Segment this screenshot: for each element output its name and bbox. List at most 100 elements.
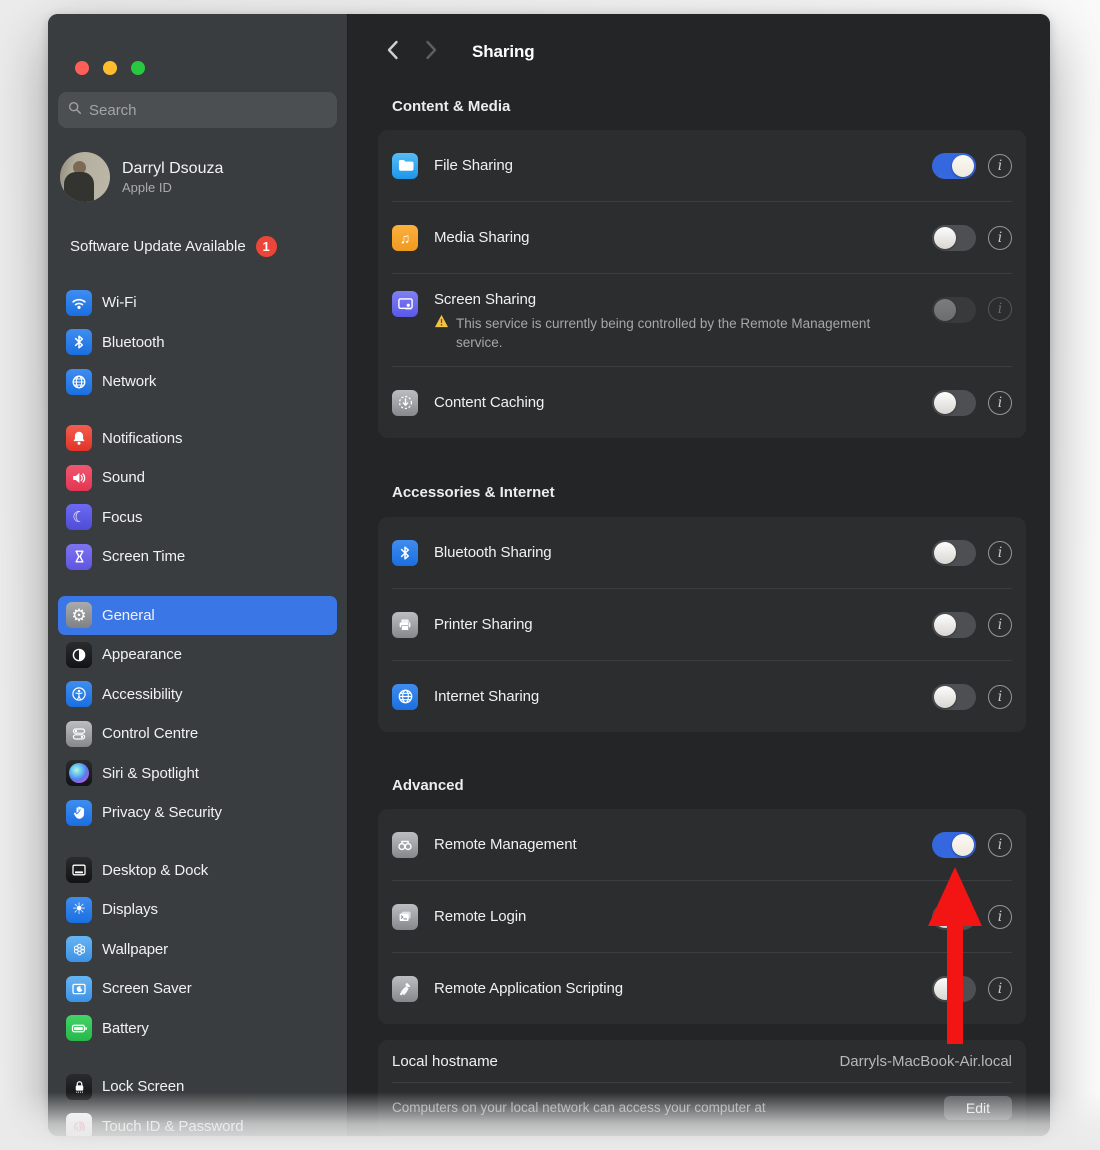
sidebar-item-general[interactable]: ⚙ General (58, 596, 337, 636)
sidebar-item-control-centre[interactable]: Control Centre (58, 714, 337, 754)
sidebar-item-siri-spotlight[interactable]: Siri & Spotlight (58, 754, 337, 794)
sidebar-item-displays[interactable]: ☀ Displays (58, 890, 337, 930)
row-hostname-description: Computers on your local network can acce… (392, 1082, 1012, 1136)
software-update-item[interactable]: Software Update Available 1 (58, 234, 337, 258)
row-local-hostname: Local hostname Darryls-MacBook-Air.local (392, 1040, 1012, 1082)
sidebar-item-appearance[interactable]: Appearance (58, 635, 337, 675)
sidebar-group-security: Lock Screen Touch ID & Password (58, 1067, 337, 1136)
sidebar-item-touch-id[interactable]: Touch ID & Password (58, 1107, 337, 1137)
content-caching-toggle[interactable] (932, 390, 976, 416)
script-icon (392, 976, 418, 1002)
row-content-caching: Content Caching i (392, 366, 1012, 438)
lock-icon (66, 1074, 92, 1100)
siri-icon (66, 760, 92, 786)
info-icon[interactable]: i (988, 613, 1012, 637)
sidebar-item-label: Notifications (102, 430, 182, 447)
wifi-icon (66, 290, 92, 316)
sidebar-item-label: Network (102, 373, 156, 390)
bluetooth-icon (66, 329, 92, 355)
sidebar-item-label: Desktop & Dock (102, 862, 208, 879)
screen-sharing-toggle (932, 297, 976, 323)
row-remote-management: Remote Management i (392, 809, 1012, 880)
battery-icon (66, 1015, 92, 1041)
bluetooth-sharing-icon (392, 540, 418, 566)
fingerprint-icon (66, 1113, 92, 1136)
card-hostname: Local hostname Darryls-MacBook-Air.local… (378, 1040, 1026, 1136)
printer-sharing-toggle[interactable] (932, 612, 976, 638)
desktop-dock-icon (66, 857, 92, 883)
profile-subtitle: Apple ID (122, 179, 223, 196)
close-window-button[interactable] (75, 61, 89, 75)
info-icon[interactable]: i (988, 977, 1012, 1001)
sidebar-item-accessibility[interactable]: Accessibility (58, 675, 337, 715)
forward-button[interactable] (425, 40, 438, 65)
row-printer-sharing: Printer Sharing i (392, 588, 1012, 660)
sidebar-group-general: ⚙ General Appearance Accessibility (58, 596, 337, 833)
warning-text: This service is currently being controll… (456, 314, 874, 352)
warning-icon (434, 314, 449, 352)
bluetooth-sharing-toggle[interactable] (932, 540, 976, 566)
info-icon[interactable]: i (988, 226, 1012, 250)
sidebar-item-label: Wi-Fi (102, 294, 136, 311)
row-label: File Sharing (434, 157, 513, 174)
minimize-window-button[interactable] (103, 61, 117, 75)
traffic-lights (75, 61, 145, 75)
file-sharing-toggle[interactable] (932, 153, 976, 179)
content-header: Sharing (378, 14, 1026, 66)
sidebar-item-battery[interactable]: Battery (58, 1009, 337, 1049)
sidebar-item-lock-screen[interactable]: Lock Screen (58, 1067, 337, 1107)
moon-icon: ☾ (66, 504, 92, 530)
back-button[interactable] (386, 40, 399, 65)
info-icon[interactable]: i (988, 154, 1012, 178)
sidebar-item-privacy-security[interactable]: Privacy & Security (58, 793, 337, 833)
sidebar-item-label: Screen Saver (102, 980, 192, 997)
search-icon (68, 101, 82, 120)
info-icon[interactable]: i (988, 905, 1012, 929)
info-icon[interactable]: i (988, 391, 1012, 415)
internet-sharing-toggle[interactable] (932, 684, 976, 710)
sidebar-item-screen-saver[interactable]: Screen Saver (58, 969, 337, 1009)
file-sharing-icon (392, 153, 418, 179)
sidebar-item-notifications[interactable]: Notifications (58, 419, 337, 459)
bell-icon (66, 425, 92, 451)
edit-button[interactable]: Edit (944, 1096, 1012, 1120)
avatar (60, 152, 110, 202)
search-input[interactable]: Search (58, 92, 337, 128)
sidebar-item-label: Battery (102, 1020, 149, 1037)
row-label: Remote Application Scripting (434, 980, 623, 997)
sidebar-item-wallpaper[interactable]: Wallpaper (58, 930, 337, 970)
terminal-icon (392, 904, 418, 930)
sidebar-item-focus[interactable]: ☾ Focus (58, 498, 337, 538)
sidebar-item-label: Lock Screen (102, 1078, 184, 1095)
sidebar-item-sound[interactable]: Sound (58, 458, 337, 498)
hand-icon (66, 800, 92, 826)
row-label: Printer Sharing (434, 616, 533, 633)
sidebar-item-wifi[interactable]: Wi-Fi (58, 283, 337, 323)
row-bluetooth-sharing: Bluetooth Sharing i (392, 517, 1012, 588)
sidebar-item-label: Privacy & Security (102, 804, 222, 821)
control-centre-icon (66, 721, 92, 747)
software-update-label: Software Update Available (70, 238, 246, 255)
sidebar-item-network[interactable]: Network (58, 362, 337, 402)
media-sharing-toggle[interactable] (932, 225, 976, 251)
sidebar-item-bluetooth[interactable]: Bluetooth (58, 323, 337, 363)
zoom-window-button[interactable] (131, 61, 145, 75)
remote-login-toggle[interactable] (932, 904, 976, 930)
sidebar-item-screen-time[interactable]: Screen Time (58, 537, 337, 577)
sidebar-item-desktop-dock[interactable]: Desktop & Dock (58, 851, 337, 891)
system-settings-window: Search Darryl Dsouza Apple ID Software U… (48, 14, 1050, 1136)
hostname-label: Local hostname (392, 1053, 498, 1070)
info-icon[interactable]: i (988, 685, 1012, 709)
sidebar-group-alerts: Notifications Sound ☾ Focus Screen Time (58, 419, 337, 577)
info-icon[interactable]: i (988, 541, 1012, 565)
content-pane: Sharing Content & Media File Sharing i ♫… (348, 14, 1050, 1136)
remote-management-toggle[interactable] (932, 832, 976, 858)
row-label: Screen Sharing (434, 289, 874, 311)
apple-id-profile[interactable]: Darryl Dsouza Apple ID (58, 152, 337, 202)
screen-saver-icon (66, 976, 92, 1002)
remote-application-scripting-toggle[interactable] (932, 976, 976, 1002)
sidebar-group-appearance: Desktop & Dock ☀ Displays Wallpaper Scre… (58, 851, 337, 1049)
info-icon: i (988, 297, 1012, 321)
info-icon[interactable]: i (988, 833, 1012, 857)
sidebar-item-label: Displays (102, 901, 158, 918)
